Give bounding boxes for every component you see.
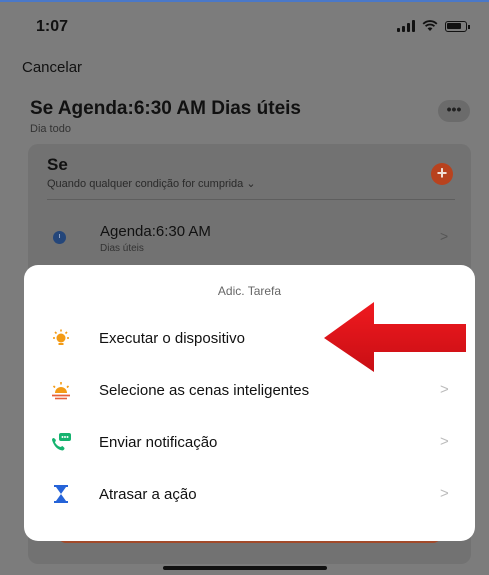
notification-icon bbox=[52, 433, 71, 451]
condition-item-sub: Dias úteis bbox=[100, 243, 144, 254]
scene-icon bbox=[52, 382, 70, 400]
sheet-item-label: Enviar notificação bbox=[99, 434, 218, 451]
sheet-item-delay-action[interactable]: Atrasar a ação > bbox=[24, 470, 475, 520]
clock-icon bbox=[53, 231, 66, 244]
rule-subtitle: Dia todo bbox=[30, 123, 71, 135]
red-arrow-annotation bbox=[324, 302, 466, 372]
chevron-right-icon: > bbox=[440, 485, 449, 502]
battery-icon bbox=[445, 21, 470, 32]
status-icons bbox=[397, 20, 470, 32]
wifi-icon bbox=[422, 20, 438, 31]
chevron-right-icon: > bbox=[440, 433, 449, 450]
cancel-button[interactable]: Cancelar bbox=[22, 59, 82, 76]
sheet-item-label: Selecione as cenas inteligentes bbox=[99, 382, 310, 399]
chevron-right-icon: > bbox=[440, 381, 449, 398]
home-indicator bbox=[163, 566, 327, 570]
more-options-button[interactable]: ••• bbox=[438, 100, 470, 122]
rule-title: Se Agenda:6:30 AM Dias úteis bbox=[30, 98, 302, 119]
sheet-item-label: Executar o dispositivo bbox=[99, 330, 245, 347]
add-condition-button[interactable]: + bbox=[431, 163, 453, 185]
device-icon bbox=[53, 329, 69, 345]
chevron-right-icon[interactable]: > bbox=[440, 228, 448, 244]
status-bar: 1:07 bbox=[0, 2, 489, 42]
divider bbox=[47, 199, 455, 200]
sheet-item-send-notification[interactable]: Enviar notificação > bbox=[24, 418, 475, 468]
condition-section-title: Se bbox=[47, 155, 68, 174]
condition-item-label[interactable]: Agenda:6:30 AM bbox=[100, 223, 211, 240]
status-time: 1:07 bbox=[36, 18, 69, 35]
sheet-item-label: Atrasar a ação bbox=[99, 486, 197, 503]
condition-mode-selector[interactable]: Quando qualquer condição for cumprida ⌄ bbox=[47, 177, 256, 190]
hourglass-icon bbox=[54, 485, 68, 503]
app-screen: 1:07 Cancelar Se Agenda:6:30 AM Dias úte… bbox=[0, 0, 489, 575]
signal-icon bbox=[397, 20, 415, 32]
